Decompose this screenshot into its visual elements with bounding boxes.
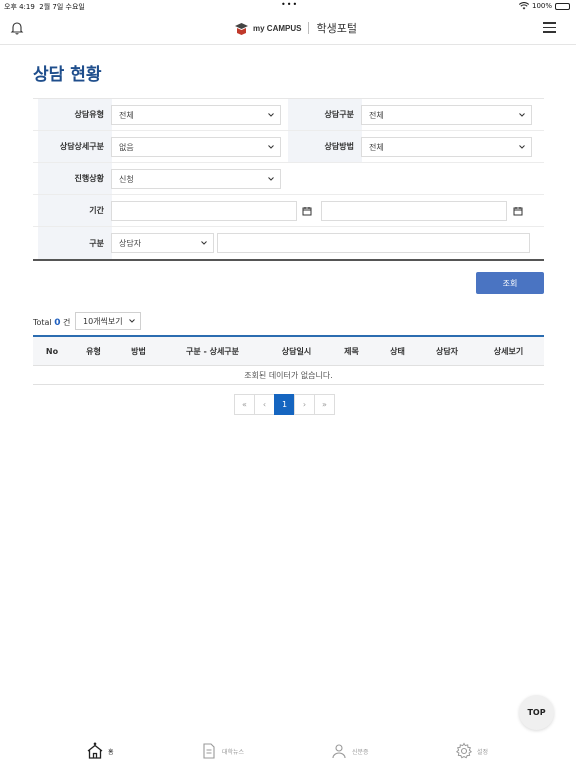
tab-home[interactable]: 홈: [86, 742, 114, 760]
period-end-input[interactable]: [321, 201, 507, 221]
tab-home-label: 홈: [108, 748, 114, 756]
division-select-value: 상담자: [119, 238, 142, 248]
subcategory-select-value: 없음: [119, 142, 134, 152]
per-page-value: 10개씩보기: [83, 316, 123, 326]
tab-idcard-label: 신분증: [352, 748, 369, 756]
person-icon: [332, 744, 346, 759]
document-icon: [203, 743, 215, 759]
total-count: Total 0 건: [33, 317, 70, 328]
search-button[interactable]: 조회: [476, 272, 544, 294]
total-count-value: 0: [54, 318, 61, 328]
form-row-type: 상담유형 전체 상담구분 전체: [33, 99, 544, 131]
chevron-down-icon: [519, 145, 525, 149]
status-bar: 오후 4:19 2월 7일 수요일 ••• 100%: [0, 0, 576, 12]
chevron-down-icon: [519, 113, 525, 117]
status-right: 100%: [518, 2, 570, 10]
app-header: my CAMPUS 학생포털: [0, 12, 576, 45]
logo-brand-text: my CAMPUS: [253, 23, 302, 33]
category-select[interactable]: 전체: [361, 105, 532, 125]
division-select[interactable]: 상담자: [111, 233, 214, 253]
page-title: 상담 현황: [33, 65, 102, 85]
page-number-button[interactable]: 1: [274, 394, 295, 415]
calendar-icon[interactable]: [298, 201, 316, 221]
calendar-icon[interactable]: [509, 201, 527, 221]
gear-icon: [455, 742, 473, 759]
method-select-value: 전체: [369, 142, 384, 152]
empty-message: 조회된 데이터가 없습니다.: [33, 366, 544, 385]
category-select-value: 전체: [369, 110, 384, 120]
subcategory-label: 상담상세구분: [38, 131, 112, 162]
status-time: 오후 4:19 2월 7일 수요일: [4, 3, 85, 11]
home-icon: [87, 742, 103, 759]
period-label: 기간: [38, 195, 112, 226]
multitask-dots[interactable]: •••: [281, 0, 298, 9]
table-header: No 유형 방법 구분 - 상세구분 상담일시 제목 상태 상담자 상세보기: [33, 337, 544, 366]
wifi-icon: [518, 2, 529, 10]
division-label: 구분: [38, 227, 112, 259]
column-header: 구분 - 상세구분: [185, 347, 240, 356]
next-page-button[interactable]: ›: [294, 394, 315, 415]
period-start-input[interactable]: [111, 201, 297, 221]
type-label: 상담유형: [38, 99, 112, 130]
chevron-down-icon: [268, 145, 274, 149]
last-page-button[interactable]: »: [314, 394, 335, 415]
form-row-period: 기간: [33, 195, 544, 227]
column-header: 상세보기: [493, 347, 524, 356]
battery-percent: 100%: [531, 2, 552, 10]
logo-divider: [308, 22, 310, 34]
column-header: 상담일시: [281, 347, 312, 356]
chevron-down-icon: [201, 241, 207, 245]
search-form: 상담유형 전체 상담구분 전체 상담상세구분 없음 상담방법 전체 진행상황 신…: [33, 98, 544, 261]
total-unit: 건: [63, 318, 71, 327]
bell-icon[interactable]: [10, 21, 24, 35]
bottom-tab-bar: 홈 대학뉴스 신분증 설정: [0, 738, 576, 768]
prev-page-button[interactable]: ‹: [254, 394, 275, 415]
column-header: No: [45, 347, 59, 356]
type-select-value: 전체: [119, 110, 134, 120]
column-header: 방법: [131, 347, 146, 356]
tab-news-label: 대학뉴스: [222, 748, 245, 756]
per-page-select[interactable]: 10개씩보기: [75, 312, 141, 330]
chevron-down-icon: [129, 319, 135, 323]
chevron-down-icon: [268, 177, 274, 181]
form-row-division: 구분 상담자: [33, 227, 544, 259]
consultation-table: No 유형 방법 구분 - 상세구분 상담일시 제목 상태 상담자 상세보기 조…: [33, 335, 544, 385]
campus-logo-icon: [235, 22, 248, 35]
pagination: « ‹ 1 › »: [234, 394, 335, 415]
first-page-button[interactable]: «: [234, 394, 255, 415]
column-header: 상담자: [435, 347, 459, 356]
column-header: 유형: [86, 347, 101, 356]
subcategory-select[interactable]: 없음: [111, 137, 281, 157]
form-row-subcategory: 상담상세구분 없음 상담방법 전체: [33, 131, 544, 163]
type-select[interactable]: 전체: [111, 105, 281, 125]
status-label: 진행상황: [38, 163, 112, 194]
battery-icon: [555, 2, 570, 10]
total-prefix: Total: [33, 318, 52, 327]
tab-news[interactable]: 대학뉴스: [200, 742, 244, 760]
column-header: 상태: [390, 347, 405, 356]
column-header: 제목: [344, 347, 359, 356]
logo-portal-text: 학생포털: [316, 22, 357, 35]
method-label: 상담방법: [288, 131, 362, 162]
division-keyword-input[interactable]: [217, 233, 530, 253]
chevron-down-icon: [268, 113, 274, 117]
status-select[interactable]: 신청: [111, 169, 281, 189]
scroll-top-button[interactable]: TOP: [519, 695, 554, 730]
hamburger-menu-icon[interactable]: [543, 22, 556, 33]
tab-settings[interactable]: 설정: [455, 742, 488, 760]
method-select[interactable]: 전체: [361, 137, 532, 157]
app-logo[interactable]: my CAMPUS 학생포털: [234, 20, 357, 36]
category-label: 상담구분: [288, 99, 362, 130]
tab-idcard[interactable]: 신분증: [330, 742, 369, 760]
tab-settings-label: 설정: [477, 748, 489, 756]
status-select-value: 신청: [119, 174, 134, 184]
form-row-status: 진행상황 신청: [33, 163, 544, 195]
